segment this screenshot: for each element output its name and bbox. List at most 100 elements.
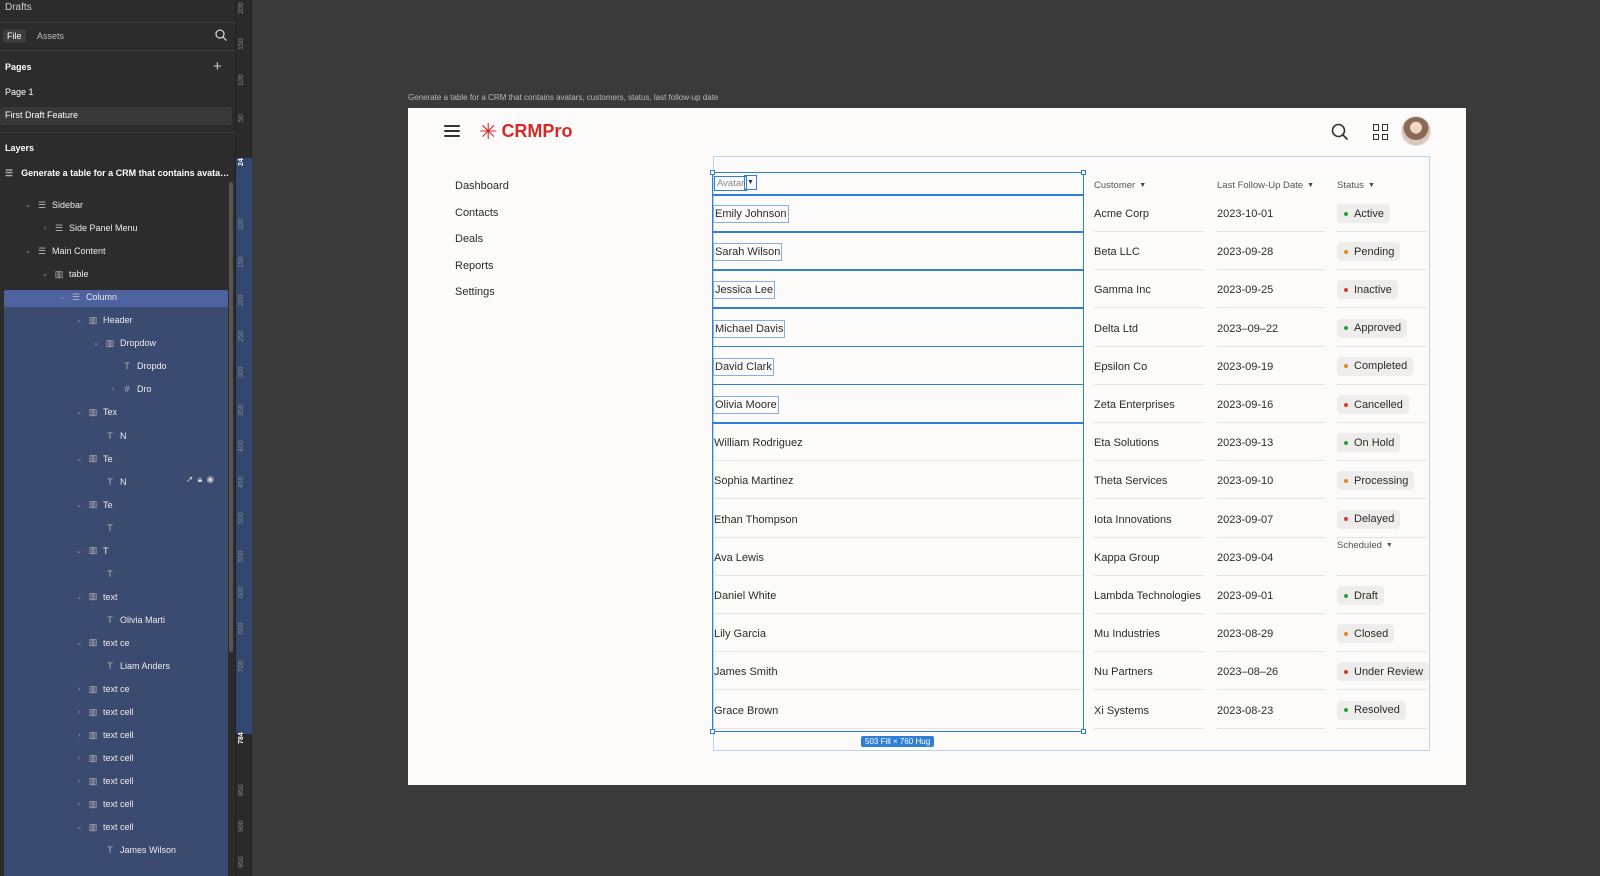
user-avatar[interactable]	[1401, 116, 1431, 146]
eye-icon[interactable]: ◉	[206, 474, 214, 485]
layer-row[interactable]: ⌄ ▥ text	[75, 589, 117, 605]
customer-cell[interactable]: Gamma Inc	[1094, 283, 1151, 297]
status-badge[interactable]: Pending	[1337, 242, 1401, 262]
layer-row[interactable]: T	[92, 520, 120, 536]
layer-row[interactable]: › ▥ text cell	[75, 727, 134, 743]
date-cell[interactable]: 2023-10-01	[1217, 207, 1273, 221]
root-frame-layer[interactable]: ☰ Generate a table for a CRM that contain…	[5, 168, 230, 179]
chevron-down-icon[interactable]: ⌄	[75, 639, 83, 647]
status-badge[interactable]: Cancelled	[1337, 395, 1409, 414]
date-cell[interactable]: 2023-09-19	[1217, 360, 1273, 374]
apps-grid-icon[interactable]	[1373, 124, 1389, 140]
date-cell[interactable]: 2023-09-13	[1217, 436, 1273, 450]
drafts-label[interactable]: Drafts	[5, 2, 32, 13]
nav-deals[interactable]: Deals	[455, 231, 509, 258]
layer-row[interactable]: ⌄ ☰ Sidebar	[24, 197, 83, 213]
layer-row[interactable]: ⌄ ▥ T	[75, 543, 108, 559]
status-badge[interactable]: Delayed	[1337, 509, 1401, 529]
chevron-down-icon[interactable]: ⌄	[24, 201, 32, 209]
chevron-right-icon[interactable]: ›	[75, 801, 83, 808]
status-badge[interactable]: Inactive	[1337, 280, 1398, 300]
customer-cell[interactable]: Acme Corp	[1094, 207, 1149, 221]
customer-cell[interactable]: Iota Innovations	[1094, 513, 1172, 527]
status-badge[interactable]: Resolved	[1337, 700, 1406, 720]
header-last-follow-up-date[interactable]: Last Follow-Up Date ▼	[1217, 180, 1314, 191]
tab-file[interactable]: File	[3, 29, 26, 43]
resize-handle[interactable]	[710, 170, 715, 175]
chevron-right-icon[interactable]: ›	[75, 732, 83, 739]
customer-cell[interactable]: Mu Industries	[1094, 627, 1160, 641]
date-cell[interactable]: 2023–09–22	[1217, 322, 1278, 336]
layer-row[interactable]: › # Dro	[109, 381, 152, 397]
layer-row[interactable]: TN	[92, 428, 126, 444]
chevron-right-icon[interactable]: ›	[109, 386, 117, 393]
status-badge[interactable]: Closed	[1337, 624, 1395, 644]
layer-row[interactable]: ⌄ ▥ Tex	[75, 404, 117, 420]
layer-row[interactable]: T Dropdo	[109, 358, 166, 374]
chevron-down-icon[interactable]: ⌄	[24, 247, 32, 255]
status-badge[interactable]: Completed	[1337, 356, 1414, 376]
nav-contacts[interactable]: Contacts	[455, 205, 509, 232]
date-cell[interactable]: 2023-08-23	[1217, 704, 1273, 718]
customer-cell[interactable]: Beta LLC	[1094, 245, 1140, 259]
header-customer[interactable]: Customer ▼	[1094, 180, 1146, 191]
chevron-down-icon[interactable]: ▼	[1368, 182, 1375, 189]
chevron-down-icon[interactable]: ⌄	[75, 593, 83, 601]
tab-assets[interactable]: Assets	[33, 29, 68, 43]
layer-row[interactable]: T	[92, 566, 120, 582]
add-page-icon[interactable]: +	[213, 58, 222, 75]
layer-row[interactable]: › ▥ text cell	[75, 773, 134, 789]
status-badge[interactable]: Processing	[1337, 471, 1415, 491]
customer-cell[interactable]: Epsilon Co	[1094, 360, 1147, 374]
customer-cell[interactable]: Kappa Group	[1094, 551, 1159, 565]
date-cell[interactable]: 2023-09-16	[1217, 398, 1273, 412]
nav-reports[interactable]: Reports	[455, 258, 509, 285]
layer-row[interactable]: › ▥ text ce	[75, 681, 130, 697]
layer-row[interactable]: ⌄ ☰ Column	[58, 289, 117, 305]
date-cell[interactable]: 2023-08-29	[1217, 627, 1273, 641]
resize-handle[interactable]	[1081, 729, 1086, 734]
date-cell[interactable]: 2023–08–26	[1217, 665, 1278, 679]
brand-logo[interactable]: ✳ CRMPro	[479, 120, 572, 142]
nav-settings[interactable]: Settings	[455, 284, 509, 311]
date-cell[interactable]: 2023-09-04	[1217, 551, 1273, 565]
crm-frame[interactable]: ✳ CRMPro Dashboard Contacts Deals Report…	[408, 108, 1466, 785]
chevron-down-icon[interactable]: ⌄	[92, 339, 100, 347]
layer-row[interactable]: T James Wilson	[92, 842, 176, 858]
customer-cell[interactable]: Eta Solutions	[1094, 436, 1159, 450]
layer-row[interactable]: ⌄ ▥ Te	[75, 451, 112, 467]
layer-row[interactable]: ⌄ ▥ Header	[75, 312, 132, 328]
chevron-down-icon[interactable]: ▼	[1139, 182, 1146, 189]
chevron-down-icon[interactable]: ⌄	[75, 501, 83, 509]
layer-row[interactable]: › ▥ text cell	[75, 704, 134, 720]
date-cell[interactable]: 2023-09-07	[1217, 513, 1273, 527]
chevron-right-icon[interactable]: ›	[75, 686, 83, 693]
chevron-down-icon[interactable]: ⌄	[75, 547, 83, 555]
chevron-right-icon[interactable]: ›	[41, 225, 49, 232]
layer-row[interactable]: ⌄ ▥ table	[41, 266, 88, 282]
chevron-down-icon[interactable]: ⌄	[41, 270, 49, 278]
customer-cell[interactable]: Lambda Technologies	[1094, 589, 1201, 603]
layer-row[interactable]: ⌄ ▥ Dropdow	[92, 335, 156, 351]
layers-scrollbar[interactable]	[229, 182, 233, 652]
date-cell[interactable]: 2023-09-01	[1217, 589, 1273, 603]
layer-row[interactable]: › ▥ text cell	[75, 796, 134, 812]
chevron-down-icon[interactable]: ⌄	[75, 408, 83, 416]
chevron-down-icon[interactable]: ⌄	[75, 316, 83, 324]
layer-row[interactable]: ⌄ ☰ Main Content	[24, 243, 105, 259]
chevron-right-icon[interactable]: ›	[75, 709, 83, 716]
layer-row[interactable]: ⌄ ▥ text ce	[75, 635, 129, 651]
customer-cell[interactable]: Xi Systems	[1094, 704, 1149, 718]
chevron-down-icon[interactable]: ⌄	[58, 293, 66, 301]
chevron-down-icon[interactable]: ▼	[1386, 542, 1393, 549]
header-status[interactable]: Status ▼	[1337, 180, 1375, 191]
chevron-right-icon[interactable]: ›	[75, 778, 83, 785]
column-selection-box[interactable]	[710, 170, 1086, 734]
status-badge[interactable]: Active	[1337, 204, 1390, 223]
header-scheduled[interactable]: Scheduled ▼	[1337, 540, 1393, 551]
customer-cell[interactable]: Delta Ltd	[1094, 322, 1138, 336]
search-icon[interactable]	[1331, 123, 1349, 141]
date-cell[interactable]: 2023-09-10	[1217, 474, 1273, 488]
search-icon[interactable]	[214, 28, 228, 42]
status-badge[interactable]: Draft	[1337, 586, 1384, 605]
